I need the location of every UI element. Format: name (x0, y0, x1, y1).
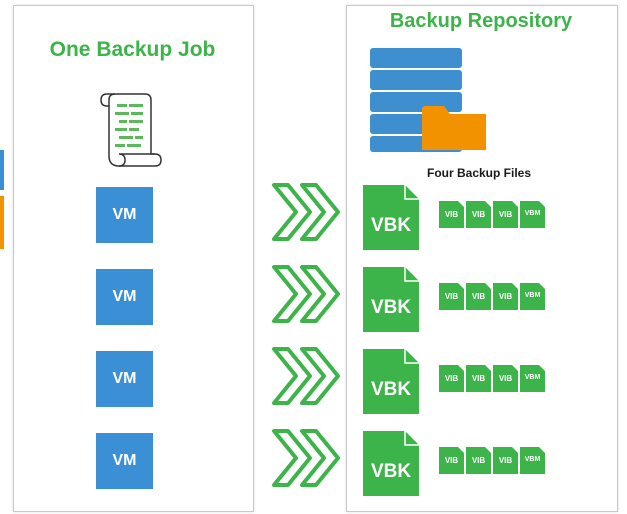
vm-box: VM (96, 269, 153, 325)
vib-file-icon: VIB (466, 201, 491, 228)
vib-file-label: VIB (471, 374, 486, 383)
vbk-label: VBK (370, 215, 412, 236)
vbm-file-label: VBM (524, 292, 541, 299)
double-chevron-icon (272, 183, 340, 241)
vbm-file-icon: VBM (520, 201, 545, 228)
vbm-file-label: VBM (524, 210, 541, 217)
double-chevron-icon (272, 265, 340, 323)
vib-file-label: VIB (471, 292, 486, 301)
vib-file-label: VIB (498, 374, 513, 383)
vbk-file-icon: VBK (363, 267, 419, 332)
vib-file-icon: VIB (439, 283, 464, 310)
vbm-file-icon: VBM (520, 283, 545, 310)
vbk-label: VBK (370, 461, 412, 482)
double-chevron-icon (272, 429, 340, 487)
vib-file-label: VIB (444, 292, 459, 301)
vm-label: VM (112, 452, 137, 469)
vib-file-label: VIB (498, 210, 513, 219)
vm-label: VM (112, 206, 137, 223)
cropped-orange-shape (0, 196, 4, 249)
vbk-label: VBK (370, 297, 412, 318)
vib-file-label: VIB (498, 292, 513, 301)
vib-file-icon: VIB (493, 365, 518, 392)
cropped-blue-shape (0, 150, 4, 190)
vbk-file-icon: VBK (363, 185, 419, 250)
vib-file-icon: VIB (493, 283, 518, 310)
vib-file-label: VIB (444, 456, 459, 465)
vib-file-label: VIB (444, 374, 459, 383)
backup-job-title: One Backup Job (49, 38, 216, 61)
script-scroll-icon (100, 93, 162, 167)
vm-box: VM (96, 433, 153, 489)
vib-file-icon: VIB (493, 447, 518, 474)
vib-file-icon: VIB (466, 283, 491, 310)
vm-label: VM (112, 288, 137, 305)
backup-files-label: Four Backup Files (427, 166, 532, 180)
vbm-file-icon: VBM (520, 365, 545, 392)
vib-file-label: VIB (471, 456, 486, 465)
vbk-file-icon: VBK (363, 349, 419, 414)
vib-file-icon: VIB (466, 365, 491, 392)
vm-box: VM (96, 187, 153, 243)
vbm-file-icon: VBM (520, 447, 545, 474)
vib-file-label: VIB (471, 210, 486, 219)
vbk-file-icon: VBK (363, 431, 419, 496)
vbm-file-label: VBM (524, 456, 541, 463)
vib-file-icon: VIB (439, 365, 464, 392)
folder-icon (422, 106, 486, 150)
vib-file-icon: VIB (439, 201, 464, 228)
vib-file-label: VIB (498, 456, 513, 465)
vbm-file-label: VBM (524, 374, 541, 381)
double-chevron-icon (272, 347, 340, 405)
vib-file-icon: VIB (493, 201, 518, 228)
vib-file-label: VIB (444, 210, 459, 219)
backup-repository-title: Backup Repository (389, 10, 573, 32)
vbk-label: VBK (370, 379, 412, 400)
vm-box: VM (96, 351, 153, 407)
vib-file-icon: VIB (466, 447, 491, 474)
vm-label: VM (112, 370, 137, 387)
vib-file-icon: VIB (439, 447, 464, 474)
